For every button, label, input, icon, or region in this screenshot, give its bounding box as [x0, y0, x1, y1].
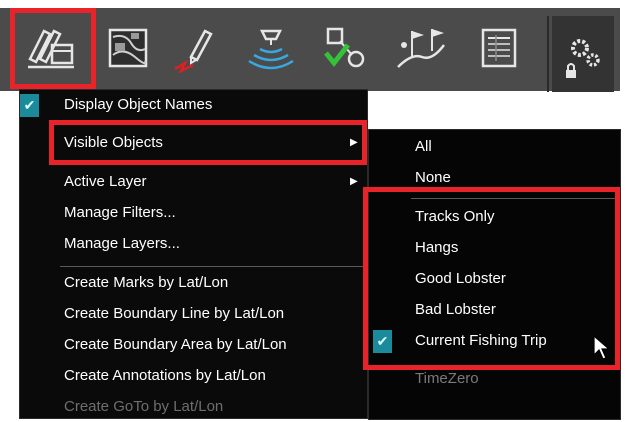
- route-pencil-icon: [174, 29, 213, 73]
- submenu-item-timezero: TimeZero: [369, 364, 620, 394]
- submenu-item-label: Hangs: [415, 239, 459, 256]
- sonar-button[interactable]: [240, 16, 302, 80]
- visible-objects-submenu: All None Tracks Only Hangs Good Lobster …: [368, 129, 621, 420]
- submenu-item-hangs[interactable]: Hangs: [369, 233, 620, 263]
- menu-item-label: Manage Filters...: [64, 204, 176, 221]
- submenu-item-label: Good Lobster: [415, 270, 506, 287]
- submenu-arrow-icon: ▶: [350, 176, 358, 187]
- menu-item-label: Manage Layers...: [64, 235, 180, 252]
- menu-item-label: Active Layer: [64, 173, 147, 190]
- marks-flags-icon: [397, 29, 445, 68]
- edit-objects-icon: [28, 29, 74, 69]
- submenu-item-all[interactable]: All: [369, 132, 620, 162]
- menu-item-display-object-names[interactable]: ✔ Display Object Names: [20, 90, 367, 120]
- submenu-item-tracks-only[interactable]: Tracks Only: [369, 202, 620, 232]
- submenu-arrow-icon: ▶: [350, 137, 358, 148]
- route-button[interactable]: [163, 16, 225, 80]
- menu-item-manage-layers[interactable]: Manage Layers...: [20, 229, 367, 259]
- waypoint-goto-icon: [324, 27, 365, 68]
- mouse-cursor-icon: [593, 335, 611, 360]
- submenu-item-none[interactable]: None: [369, 163, 620, 193]
- menu-item-label: Visible Objects: [64, 134, 163, 151]
- menu-item-label: Create Boundary Line by Lat/Lon: [64, 305, 285, 322]
- data-list-icon: [481, 28, 517, 68]
- menu-divider: [60, 266, 365, 267]
- menu-item-create-goto: Create GoTo by Lat/Lon: [20, 392, 367, 422]
- menu-item-label: Create Annotations by Lat/Lon: [64, 367, 266, 384]
- submenu-item-label: None: [415, 169, 451, 186]
- menu-item-create-marks[interactable]: Create Marks by Lat/Lon: [20, 268, 367, 298]
- settings-button[interactable]: [552, 16, 614, 92]
- data-list-button[interactable]: [468, 16, 530, 80]
- menu-item-create-boundary-area[interactable]: Create Boundary Area by Lat/Lon: [20, 330, 367, 360]
- submenu-item-label: Current Fishing Trip: [415, 332, 547, 349]
- submenu-item-good-lobster[interactable]: Good Lobster: [369, 264, 620, 294]
- submenu-item-current-fishing-trip[interactable]: ✔ Current Fishing Trip: [369, 326, 620, 356]
- marks-button[interactable]: [390, 16, 452, 80]
- menu-item-label: Create Boundary Area by Lat/Lon: [64, 336, 287, 353]
- edit-objects-button[interactable]: [20, 16, 82, 80]
- checkmark-icon: ✔: [20, 94, 39, 117]
- menu-item-label: Create GoTo by Lat/Lon: [64, 398, 224, 415]
- sonar-icon: [248, 29, 294, 70]
- menu-item-create-annotations[interactable]: Create Annotations by Lat/Lon: [20, 361, 367, 391]
- goto-waypoint-button[interactable]: [314, 16, 376, 80]
- submenu-item-label: Tracks Only: [415, 208, 495, 225]
- menu-item-label: Create Marks by Lat/Lon: [64, 274, 229, 291]
- menu-item-create-boundary-line[interactable]: Create Boundary Line by Lat/Lon: [20, 299, 367, 329]
- chart-overlay-icon: [108, 28, 148, 68]
- submenu-item-label: All: [415, 138, 432, 155]
- chart-overlay-button[interactable]: [97, 16, 159, 80]
- menu-item-manage-filters[interactable]: Manage Filters...: [20, 198, 367, 228]
- menu-item-active-layer[interactable]: Active Layer ▶: [20, 167, 367, 197]
- context-menu: ✔ Display Object Names Visible Objects ▶…: [19, 89, 368, 419]
- submenu-divider: [411, 198, 618, 199]
- gear-lock-icon: [566, 39, 600, 78]
- toolbar-separator: [547, 16, 549, 92]
- submenu-item-label: Bad Lobster: [415, 301, 496, 318]
- menu-item-visible-objects[interactable]: Visible Objects ▶: [20, 128, 367, 158]
- menu-item-label: Display Object Names: [64, 96, 213, 113]
- checkmark-icon: ✔: [373, 330, 392, 353]
- submenu-item-bad-lobster[interactable]: Bad Lobster: [369, 295, 620, 325]
- toolbar-background: [0, 8, 617, 92]
- submenu-item-label: TimeZero: [415, 370, 479, 387]
